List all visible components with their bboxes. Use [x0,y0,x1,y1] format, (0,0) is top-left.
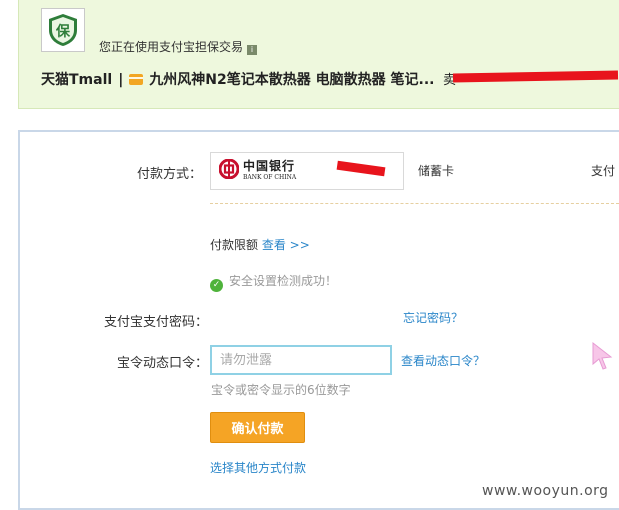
security-check: ✓ 安全设置检测成功！ [210,272,337,292]
payment-limit: 付款限额 查看 >> [210,236,310,253]
pay-column-label: 支付 [591,164,616,178]
divider [210,203,619,204]
escrow-banner: 保 您正在使用支付宝担保交易 i 天猫Tmall | 九州风神N2笔记本散热器 电脑散… [18,0,619,109]
check-icon: ✓ [210,279,223,292]
payment-limit-label: 付款限额 [210,238,259,252]
escrow-notice: 您正在使用支付宝担保交易 i [99,38,258,55]
token-input[interactable] [210,345,392,375]
separator: | [118,72,124,88]
info-icon[interactable]: i [247,45,258,55]
payment-method-label: 付款方式： [136,167,202,182]
bank-name-en: BANK OF CHINA [243,174,297,181]
svg-text:保: 保 [55,23,71,40]
escrow-notice-text: 您正在使用支付宝担保交易 [99,40,244,54]
card-type: 储蓄卡 [418,164,455,178]
security-check-text: 安全设置检测成功！ [229,274,338,288]
card-icon [129,74,144,85]
view-token-link[interactable]: 查看动态口令？ [401,352,485,369]
confirm-payment-button[interactable]: 确认付款 [210,412,305,443]
forgot-password-link[interactable]: 忘记密码？ [403,309,463,326]
other-payment-link[interactable]: 选择其他方式付款 [210,459,306,476]
order-summary: 天猫Tmall | 九州风神N2笔记本散热器 电脑散热器 笔记... [41,69,434,89]
token-label: 宝令动态口令： [116,356,208,371]
cursor-icon [592,341,613,370]
token-hint: 宝令或密令显示的6位数字 [211,383,351,397]
password-label: 支付宝支付密码： [103,315,208,330]
shop-name: 天猫Tmall [41,72,113,88]
bank-name: 中国银行 [243,159,296,173]
watermark: www.wooyun.org [482,483,609,499]
boc-logo-icon [219,159,239,179]
product-title: 九州风神N2笔记本散热器 电脑散热器 笔记... [149,72,435,88]
shield-escrow-icon: 保 [41,8,85,52]
view-limit-link[interactable]: 查看 >> [262,238,310,252]
